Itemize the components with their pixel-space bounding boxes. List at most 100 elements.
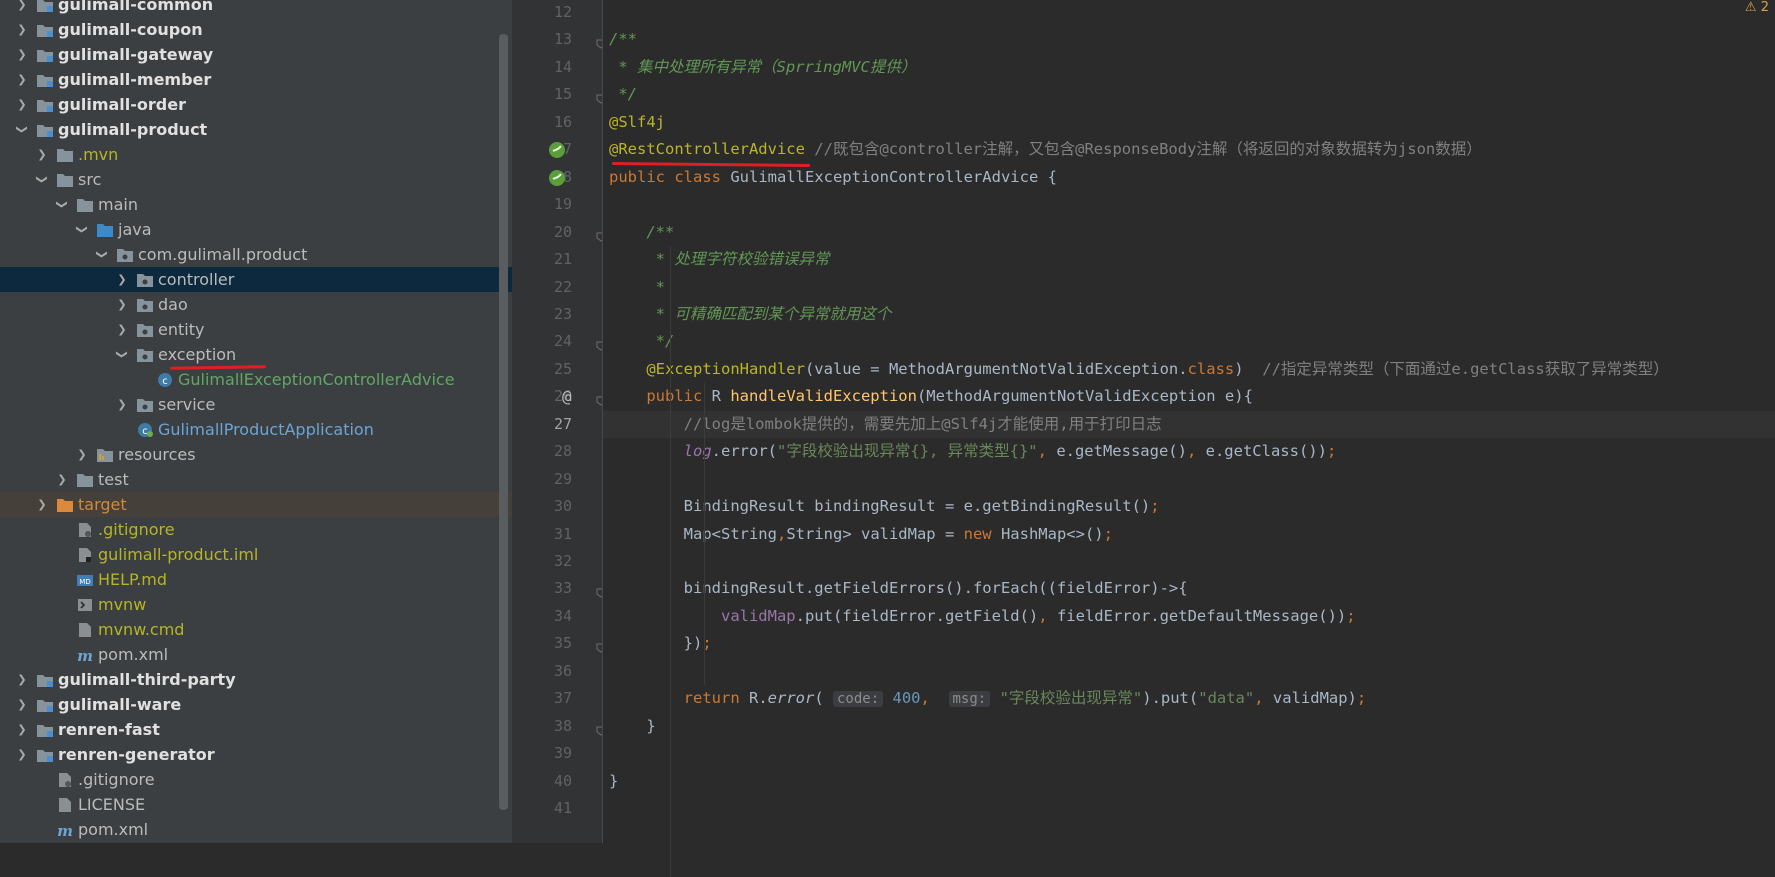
code-line[interactable] [603, 795, 1775, 822]
tree-item[interactable]: ❯ gulimall-ware [0, 692, 512, 717]
tree-item[interactable]: ❯ target [0, 492, 512, 517]
tree-item[interactable]: LICENSE [0, 792, 512, 817]
expand-arrow-icon[interactable]: ❯ [14, 67, 30, 92]
tree-item[interactable]: ❯ service [0, 392, 512, 417]
tree-item[interactable]: .gitignore [0, 517, 512, 542]
code-token: ; [1346, 606, 1356, 625]
collapse-arrow-icon[interactable]: ❯ [30, 172, 55, 188]
tree-item[interactable]: gulimall-product.iml [0, 542, 512, 567]
code-line[interactable]: public class GulimallExceptionController… [603, 164, 1775, 191]
expand-arrow-icon[interactable]: ❯ [34, 142, 50, 167]
tree-item[interactable]: ❯ gulimall-gateway [0, 42, 512, 67]
code-line[interactable]: @Slf4j [603, 109, 1775, 136]
tree-item[interactable]: ❯ com.gulimall.product [0, 242, 512, 267]
tree-item[interactable]: ❯ gulimall-product [0, 117, 512, 142]
code-line[interactable]: * 可精确匹配到某个异常就用这个 [603, 301, 1775, 328]
tree-item[interactable]: ❯ controller [0, 267, 512, 292]
tree-item[interactable]: ❯ .mvn [0, 142, 512, 167]
tree-item[interactable]: .gitignore [0, 767, 512, 792]
collapse-arrow-icon[interactable]: ❯ [70, 222, 95, 238]
expand-arrow-icon[interactable]: ❯ [14, 0, 30, 17]
spring-bean-icon[interactable] [548, 141, 566, 163]
expand-arrow-icon[interactable]: ❯ [14, 667, 30, 692]
expand-arrow-icon[interactable]: ❯ [114, 267, 130, 292]
line-number: 31 [553, 524, 572, 543]
code-line[interactable] [603, 740, 1775, 767]
code-line[interactable]: * 处理字符校验错误异常 [603, 246, 1775, 273]
code-line[interactable]: /** [603, 219, 1775, 246]
code-line[interactable]: Map<String,String> validMap = new HashMa… [603, 521, 1775, 548]
tree-item[interactable]: m pom.xml [0, 817, 512, 842]
collapse-arrow-icon[interactable]: ❯ [110, 347, 135, 363]
tree-item[interactable]: MD HELP.md [0, 567, 512, 592]
expand-arrow-icon[interactable]: ❯ [14, 92, 30, 117]
tree-item[interactable]: m pom.xml [0, 642, 512, 667]
spring-bean-icon[interactable] [548, 169, 566, 191]
code-line[interactable]: @ExceptionHandler(value = MethodArgument… [603, 356, 1775, 383]
code-line[interactable]: */ [603, 328, 1775, 355]
expand-arrow-icon[interactable]: ❯ [74, 442, 90, 467]
expand-arrow-icon[interactable]: ❯ [34, 492, 50, 517]
line-number: 35 [553, 634, 572, 653]
code-text: } [609, 768, 618, 795]
tree-item[interactable]: ❯ gulimall-coupon [0, 17, 512, 42]
tree-item[interactable]: ❯ entity [0, 317, 512, 342]
code-line[interactable]: log.error("字段校验出现异常{}, 异常类型{}", e.getMes… [603, 438, 1775, 465]
collapse-arrow-icon[interactable]: ❯ [50, 197, 75, 213]
code-line[interactable]: //log是lombok提供的，需要先加上@Slf4j才能使用,用于打印日志 [603, 410, 1775, 438]
expand-arrow-icon[interactable]: ❯ [114, 292, 130, 317]
tree-item[interactable]: ❯ gulimall-third-party [0, 667, 512, 692]
annotation-gutter-icon[interactable]: @ [562, 383, 572, 410]
tree-item[interactable]: ❯ src [0, 167, 512, 192]
tree-item[interactable]: ❯ dao [0, 292, 512, 317]
expand-arrow-icon[interactable]: ❯ [14, 42, 30, 67]
code-line[interactable]: } [603, 713, 1775, 740]
tree-item[interactable]: ❯ renren-fast [0, 717, 512, 742]
code-line[interactable]: */ [603, 81, 1775, 108]
tree-item[interactable]: ❯ test [0, 467, 512, 492]
code-line[interactable]: bindingResult.getFieldErrors().forEach((… [603, 575, 1775, 602]
collapse-arrow-icon[interactable]: ❯ [10, 122, 35, 138]
tree-item[interactable]: ❯ renren-generator [0, 742, 512, 767]
expand-arrow-icon[interactable]: ❯ [114, 392, 130, 417]
code-line[interactable] [603, 548, 1775, 575]
expand-arrow-icon[interactable]: ❯ [14, 692, 30, 717]
code-line[interactable]: /** [603, 26, 1775, 53]
code-line[interactable]: validMap.put(fieldError.getField(), fiel… [603, 603, 1775, 630]
code-token: R. [748, 689, 768, 708]
tree-item[interactable]: ❯ gulimall-common [0, 0, 512, 17]
code-line[interactable]: public R handleValidException(MethodArgu… [603, 383, 1775, 410]
tree-item[interactable]: mvnw.cmd [0, 617, 512, 642]
tree-item[interactable]: mvnw [0, 592, 512, 617]
package-icon [136, 271, 154, 289]
tree-item[interactable]: ❯ main [0, 192, 512, 217]
tree-item[interactable]: ❯ exception [0, 342, 512, 367]
code-line[interactable]: return R.error( code: 400, msg: "字段校验出现异… [603, 685, 1775, 712]
code-token: return [609, 689, 749, 708]
tree-item[interactable]: ❯ gulimall-order [0, 92, 512, 117]
code-editor[interactable]: ⚠ 2 /** * 集中处理所有异常（SprringMVC提供） */@Slf4… [603, 0, 1775, 877]
expand-arrow-icon[interactable]: ❯ [14, 717, 30, 742]
tree-item[interactable]: c GulimallExceptionControllerAdvice [0, 367, 512, 392]
tree-item[interactable]: ❯ resources [0, 442, 512, 467]
code-line[interactable]: * [603, 274, 1775, 301]
code-line[interactable]: }); [603, 630, 1775, 657]
expand-arrow-icon[interactable]: ❯ [14, 17, 30, 42]
expand-arrow-icon[interactable]: ❯ [114, 317, 130, 342]
code-line[interactable]: BindingResult bindingResult = e.getBindi… [603, 493, 1775, 520]
collapse-arrow-icon[interactable]: ❯ [90, 247, 115, 263]
code-line[interactable] [603, 0, 1775, 26]
code-line[interactable]: * 集中处理所有异常（SprringMVC提供） [603, 54, 1775, 81]
expand-arrow-icon[interactable]: ❯ [54, 467, 70, 492]
tree-scrollbar[interactable] [499, 34, 508, 810]
tree-item[interactable]: ❯ gulimall-member [0, 67, 512, 92]
code-line[interactable] [603, 191, 1775, 218]
code-line[interactable] [603, 466, 1775, 493]
tree-item[interactable]: c GulimallProductApplication [0, 417, 512, 442]
code-line[interactable]: } [603, 768, 1775, 795]
code-line[interactable]: @RestControllerAdvice //既包含@controller注解… [603, 136, 1775, 163]
expand-arrow-icon[interactable]: ❯ [14, 742, 30, 767]
code-line[interactable] [603, 658, 1775, 685]
tree-item[interactable]: ❯ java [0, 217, 512, 242]
